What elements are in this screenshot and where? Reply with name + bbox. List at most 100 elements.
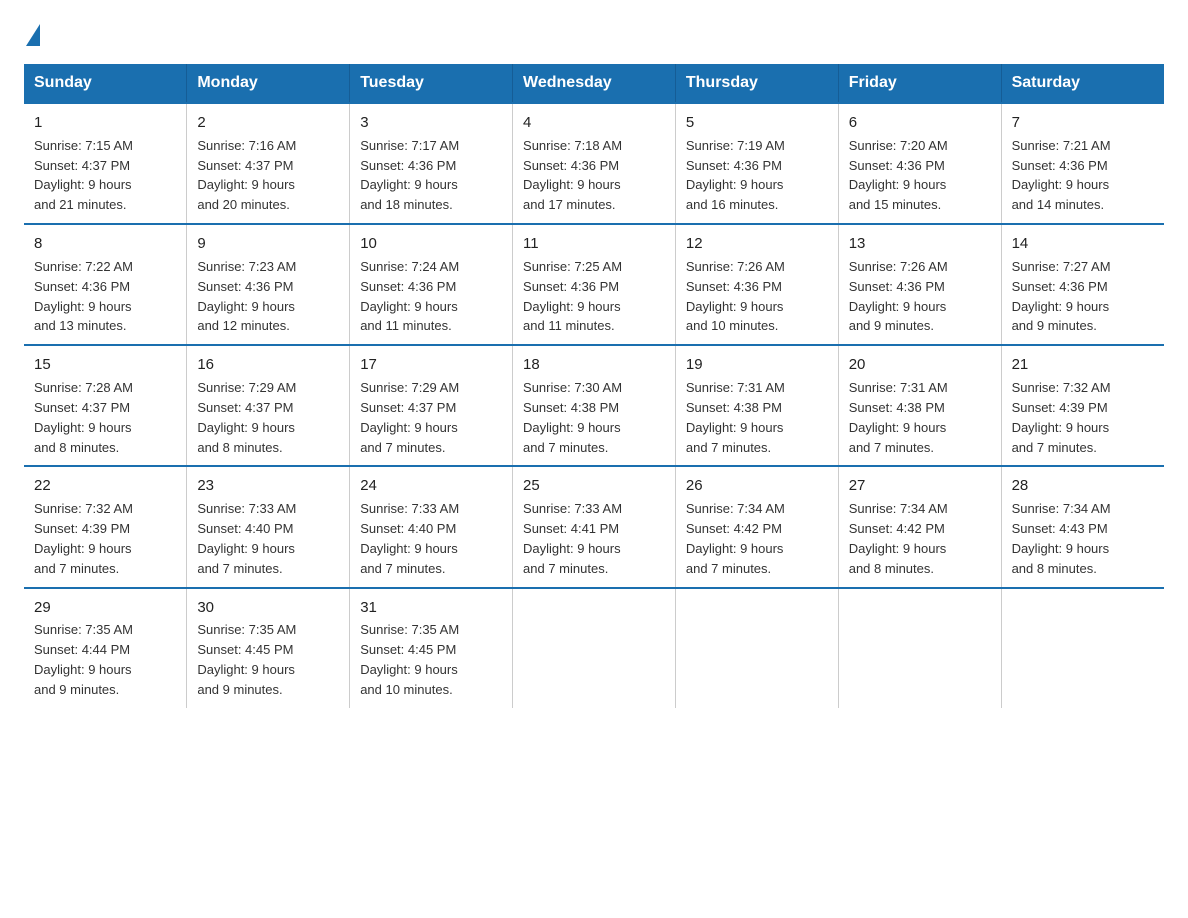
column-header-wednesday: Wednesday — [513, 64, 676, 103]
calendar-cell — [513, 588, 676, 708]
day-info: Sunrise: 7:34 AMSunset: 4:43 PMDaylight:… — [1012, 501, 1111, 576]
logo-triangle-icon — [26, 24, 40, 46]
calendar-cell: 13 Sunrise: 7:26 AMSunset: 4:36 PMDayligh… — [838, 224, 1001, 345]
calendar-cell: 22Sunrise: 7:32 AMSunset: 4:39 PMDayligh… — [24, 466, 187, 587]
day-number: 11 — [523, 233, 665, 255]
day-info: Sunrise: 7:31 AMSunset: 4:38 PMDaylight:… — [686, 380, 785, 455]
calendar-cell: 16 Sunrise: 7:29 AMSunset: 4:37 PMDayligh… — [187, 345, 350, 466]
day-number: 18 — [523, 354, 665, 376]
column-header-thursday: Thursday — [675, 64, 838, 103]
calendar-header-row: SundayMondayTuesdayWednesdayThursdayFrid… — [24, 64, 1164, 103]
day-info: Sunrise: 7:33 AMSunset: 4:41 PMDaylight:… — [523, 501, 622, 576]
day-number: 2 — [197, 112, 339, 134]
day-number: 24 — [360, 475, 502, 497]
logo — [24, 24, 41, 46]
day-info: Sunrise: 7:33 AMSunset: 4:40 PMDaylight:… — [360, 501, 459, 576]
day-info: Sunrise: 7:34 AMSunset: 4:42 PMDaylight:… — [686, 501, 785, 576]
calendar-week-row: 22Sunrise: 7:32 AMSunset: 4:39 PMDayligh… — [24, 466, 1164, 587]
day-info: Sunrise: 7:22 AMSunset: 4:36 PMDaylight:… — [34, 259, 133, 334]
day-number: 3 — [360, 112, 502, 134]
day-info: Sunrise: 7:24 AMSunset: 4:36 PMDaylight:… — [360, 259, 459, 334]
day-number: 6 — [849, 112, 991, 134]
calendar-cell: 12 Sunrise: 7:26 AMSunset: 4:36 PMDayligh… — [675, 224, 838, 345]
day-number: 12 — [686, 233, 828, 255]
calendar-cell: 23Sunrise: 7:33 AMSunset: 4:40 PMDayligh… — [187, 466, 350, 587]
column-header-saturday: Saturday — [1001, 64, 1164, 103]
column-header-tuesday: Tuesday — [350, 64, 513, 103]
day-info: Sunrise: 7:30 AMSunset: 4:38 PMDaylight:… — [523, 380, 622, 455]
day-info: Sunrise: 7:26 AMSunset: 4:36 PMDaylight:… — [849, 259, 948, 334]
calendar-table: SundayMondayTuesdayWednesdayThursdayFrid… — [24, 64, 1164, 708]
calendar-cell: 10 Sunrise: 7:24 AMSunset: 4:36 PMDayligh… — [350, 224, 513, 345]
calendar-week-row: 29 Sunrise: 7:35 AMSunset: 4:44 PMDayligh… — [24, 588, 1164, 708]
day-number: 25 — [523, 475, 665, 497]
calendar-cell — [1001, 588, 1164, 708]
day-number: 9 — [197, 233, 339, 255]
calendar-cell: 11Sunrise: 7:25 AMSunset: 4:36 PMDayligh… — [513, 224, 676, 345]
calendar-cell: 1 Sunrise: 7:15 AMSunset: 4:37 PMDaylight… — [24, 103, 187, 224]
calendar-cell: 19 Sunrise: 7:31 AMSunset: 4:38 PMDayligh… — [675, 345, 838, 466]
day-number: 16 — [197, 354, 339, 376]
day-info: Sunrise: 7:32 AMSunset: 4:39 PMDaylight:… — [1012, 380, 1111, 455]
day-number: 13 — [849, 233, 991, 255]
calendar-cell: 8 Sunrise: 7:22 AMSunset: 4:36 PMDaylight… — [24, 224, 187, 345]
calendar-cell: 20Sunrise: 7:31 AMSunset: 4:38 PMDayligh… — [838, 345, 1001, 466]
column-header-friday: Friday — [838, 64, 1001, 103]
day-number: 29 — [34, 597, 176, 619]
calendar-cell: 30 Sunrise: 7:35 AMSunset: 4:45 PMDayligh… — [187, 588, 350, 708]
calendar-body: 1 Sunrise: 7:15 AMSunset: 4:37 PMDaylight… — [24, 103, 1164, 708]
day-info: Sunrise: 7:29 AMSunset: 4:37 PMDaylight:… — [197, 380, 296, 455]
calendar-cell: 26 Sunrise: 7:34 AMSunset: 4:42 PMDayligh… — [675, 466, 838, 587]
calendar-cell: 5 Sunrise: 7:19 AMSunset: 4:36 PMDaylight… — [675, 103, 838, 224]
column-header-sunday: Sunday — [24, 64, 187, 103]
day-info: Sunrise: 7:35 AMSunset: 4:45 PMDaylight:… — [360, 622, 459, 697]
day-info: Sunrise: 7:15 AMSunset: 4:37 PMDaylight:… — [34, 138, 133, 213]
day-info: Sunrise: 7:27 AMSunset: 4:36 PMDaylight:… — [1012, 259, 1111, 334]
column-header-monday: Monday — [187, 64, 350, 103]
calendar-cell: 18 Sunrise: 7:30 AMSunset: 4:38 PMDayligh… — [513, 345, 676, 466]
calendar-cell: 28 Sunrise: 7:34 AMSunset: 4:43 PMDayligh… — [1001, 466, 1164, 587]
day-info: Sunrise: 7:33 AMSunset: 4:40 PMDaylight:… — [197, 501, 296, 576]
day-info: Sunrise: 7:23 AMSunset: 4:36 PMDaylight:… — [197, 259, 296, 334]
day-number: 27 — [849, 475, 991, 497]
day-number: 1 — [34, 112, 176, 134]
page-header — [24, 24, 1164, 46]
day-number: 14 — [1012, 233, 1154, 255]
day-info: Sunrise: 7:35 AMSunset: 4:44 PMDaylight:… — [34, 622, 133, 697]
day-info: Sunrise: 7:21 AMSunset: 4:36 PMDaylight:… — [1012, 138, 1111, 213]
day-number: 28 — [1012, 475, 1154, 497]
day-number: 26 — [686, 475, 828, 497]
calendar-cell: 25 Sunrise: 7:33 AMSunset: 4:41 PMDayligh… — [513, 466, 676, 587]
day-number: 5 — [686, 112, 828, 134]
day-info: Sunrise: 7:20 AMSunset: 4:36 PMDaylight:… — [849, 138, 948, 213]
calendar-cell: 7Sunrise: 7:21 AMSunset: 4:36 PMDaylight… — [1001, 103, 1164, 224]
day-number: 31 — [360, 597, 502, 619]
day-number: 8 — [34, 233, 176, 255]
calendar-cell — [838, 588, 1001, 708]
day-info: Sunrise: 7:32 AMSunset: 4:39 PMDaylight:… — [34, 501, 133, 576]
calendar-cell: 21 Sunrise: 7:32 AMSunset: 4:39 PMDayligh… — [1001, 345, 1164, 466]
day-number: 15 — [34, 354, 176, 376]
day-number: 10 — [360, 233, 502, 255]
calendar-cell: 14 Sunrise: 7:27 AMSunset: 4:36 PMDayligh… — [1001, 224, 1164, 345]
day-info: Sunrise: 7:18 AMSunset: 4:36 PMDaylight:… — [523, 138, 622, 213]
day-number: 19 — [686, 354, 828, 376]
day-info: Sunrise: 7:19 AMSunset: 4:36 PMDaylight:… — [686, 138, 785, 213]
day-info: Sunrise: 7:16 AMSunset: 4:37 PMDaylight:… — [197, 138, 296, 213]
day-info: Sunrise: 7:17 AMSunset: 4:36 PMDaylight:… — [360, 138, 459, 213]
day-number: 4 — [523, 112, 665, 134]
day-info: Sunrise: 7:31 AMSunset: 4:38 PMDaylight:… — [849, 380, 948, 455]
day-number: 21 — [1012, 354, 1154, 376]
calendar-cell: 24 Sunrise: 7:33 AMSunset: 4:40 PMDayligh… — [350, 466, 513, 587]
calendar-week-row: 1 Sunrise: 7:15 AMSunset: 4:37 PMDaylight… — [24, 103, 1164, 224]
calendar-cell: 6 Sunrise: 7:20 AMSunset: 4:36 PMDaylight… — [838, 103, 1001, 224]
day-info: Sunrise: 7:34 AMSunset: 4:42 PMDaylight:… — [849, 501, 948, 576]
calendar-cell: 27 Sunrise: 7:34 AMSunset: 4:42 PMDayligh… — [838, 466, 1001, 587]
calendar-cell: 3 Sunrise: 7:17 AMSunset: 4:36 PMDaylight… — [350, 103, 513, 224]
calendar-week-row: 8 Sunrise: 7:22 AMSunset: 4:36 PMDaylight… — [24, 224, 1164, 345]
calendar-cell: 2 Sunrise: 7:16 AMSunset: 4:37 PMDaylight… — [187, 103, 350, 224]
day-number: 30 — [197, 597, 339, 619]
day-info: Sunrise: 7:29 AMSunset: 4:37 PMDaylight:… — [360, 380, 459, 455]
day-info: Sunrise: 7:26 AMSunset: 4:36 PMDaylight:… — [686, 259, 785, 334]
day-info: Sunrise: 7:35 AMSunset: 4:45 PMDaylight:… — [197, 622, 296, 697]
